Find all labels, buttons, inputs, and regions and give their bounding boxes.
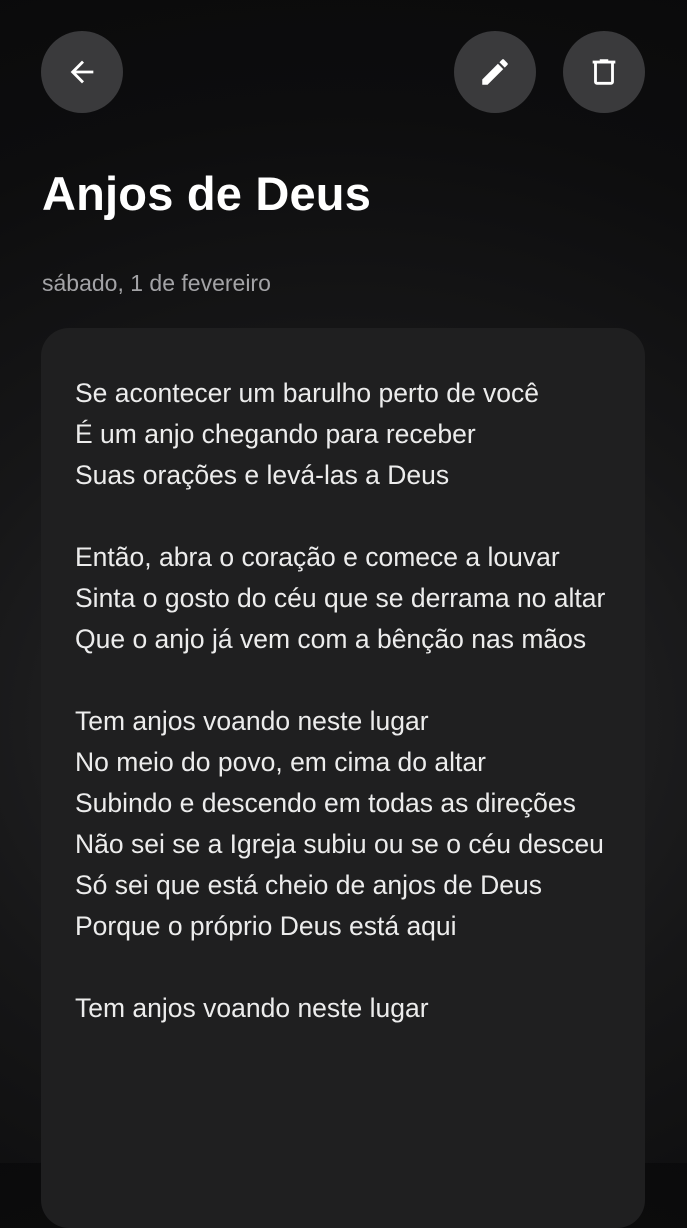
note-content-card[interactable]: Se acontecer um barulho perto de você É … — [41, 328, 645, 1228]
lyric-line: Tem anjos voando neste lugar — [75, 993, 429, 1023]
lyric-line: Que o anjo já vem com a bênção nas mãos — [75, 624, 587, 654]
lyric-line: Subindo e descendo em todas as direções — [75, 788, 576, 818]
lyric-line: Só sei que está cheio de anjos de Deus — [75, 870, 543, 900]
note-body: Se acontecer um barulho perto de você É … — [75, 373, 615, 1029]
stanza-gap — [75, 660, 615, 701]
pencil-icon — [482, 59, 508, 85]
note-title: Anjos de Deus — [42, 167, 372, 220]
trash-icon — [592, 59, 616, 85]
lyric-line: Então, abra o coração e comece a louvar — [75, 542, 560, 572]
lyric-line: Tem anjos voando neste lugar — [75, 706, 429, 736]
back-button[interactable] — [41, 31, 123, 113]
lyric-line: É um anjo chegando para receber — [75, 419, 476, 449]
lyric-line: Não sei se a Igreja subiu ou se o céu de… — [75, 829, 604, 859]
lyric-line: No meio do povo, em cima do altar — [75, 747, 486, 777]
lyric-line: Porque o próprio Deus está aqui — [75, 911, 457, 941]
stanza-gap — [75, 947, 615, 988]
stanza-gap — [75, 496, 615, 537]
lyric-line: Sinta o gosto do céu que se derrama no a… — [75, 583, 606, 613]
edit-button[interactable] — [454, 31, 536, 113]
note-date: sábado, 1 de fevereiro — [42, 270, 271, 296]
arrow-left-icon — [70, 60, 94, 84]
lyric-line: Suas orações e levá-las a Deus — [75, 460, 450, 490]
lyric-line: Se acontecer um barulho perto de você — [75, 378, 540, 408]
delete-button[interactable] — [563, 31, 645, 113]
